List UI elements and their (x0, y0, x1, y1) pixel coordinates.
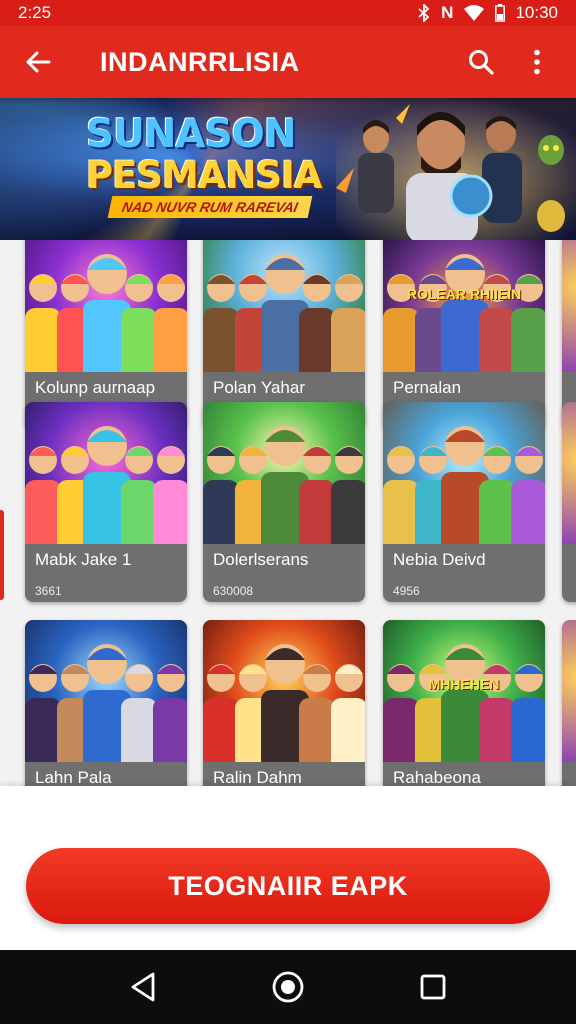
system-nav-bar (0, 950, 576, 1024)
game-thumbnail (383, 402, 545, 544)
game-card-partial[interactable] (562, 402, 576, 602)
game-card[interactable]: Ralin Dahm (203, 620, 365, 786)
game-title: Lahn Pala (35, 768, 112, 786)
back-triangle-icon[interactable] (121, 965, 165, 1009)
game-title: Rahabeona (393, 768, 481, 786)
game-thumbnail (203, 620, 365, 762)
banner-subtitle: NAD NUVR RUM RAREVAI (107, 196, 313, 218)
status-clock: 10:30 (515, 3, 558, 22)
status-bar: 2:25 N 10:30 (0, 0, 576, 26)
game-thumbnail (203, 240, 365, 372)
app-bar: INDANRRLISIA (0, 26, 576, 98)
game-count: 3661 (35, 584, 62, 598)
game-title: Ralin Dahm (213, 768, 302, 786)
wifi-icon (463, 4, 485, 22)
page-title: INDANRRLISIA (100, 46, 300, 77)
game-card-partial[interactable] (562, 620, 576, 786)
game-grid: Kolunp aurnaap 2430 Polan Yahar 7536 ROL… (0, 240, 576, 786)
game-thumbnail (203, 402, 365, 544)
game-thumbnail (25, 620, 187, 762)
battery-icon (495, 4, 506, 22)
banner-title-line2: PESMANSIA (86, 154, 323, 197)
game-card[interactable]: Nebia Deivd 4956 (383, 402, 545, 602)
game-art-text: MHHEHEN (428, 676, 500, 692)
game-thumbnail (25, 402, 187, 544)
app-screen: 2:25 N 10:30 INDANRRLISIA SUNASON PESMAN… (0, 0, 576, 1024)
nfc-icon: N (441, 3, 454, 22)
home-circle-icon[interactable] (266, 965, 310, 1009)
primary-cta-button[interactable]: TEOGNAIIR EAPK (26, 848, 550, 924)
search-icon[interactable] (464, 45, 498, 79)
game-card[interactable]: MHHEHEN Rahabeona (383, 620, 545, 786)
game-title: Mabk Jake 1 (35, 550, 132, 569)
banner-characters-illustration (336, 98, 576, 240)
bluetooth-icon (417, 4, 431, 22)
promo-banner[interactable]: SUNASON PESMANSIA NAD NUVR RUM RAREVAI (0, 98, 576, 240)
recents-square-icon[interactable] (411, 965, 455, 1009)
game-card[interactable]: Lahn Pala (25, 620, 187, 786)
more-vert-icon[interactable] (520, 45, 554, 79)
game-thumbnail: ROLEAR RHIIEIN (383, 240, 545, 372)
game-count: 630008 (213, 584, 254, 598)
game-art-text: ROLEAR RHIIEIN (406, 286, 522, 302)
back-arrow-icon[interactable] (22, 46, 54, 78)
bottom-action-area: TEOGNAIIR EAPK (0, 786, 576, 950)
game-card[interactable]: Dolerlserans 630008 (203, 402, 365, 602)
game-count: 4956 (393, 584, 420, 598)
game-title: Nebia Deivd (393, 550, 486, 569)
game-thumbnail (25, 240, 187, 372)
game-card[interactable]: Mabk Jake 1 3661 (25, 402, 187, 602)
game-title: Dolerlserans (213, 550, 309, 569)
banner-title-line1: SUNASON (86, 112, 296, 157)
status-time: 2:25 (18, 3, 52, 22)
status-icons: N 10:30 (417, 3, 558, 23)
game-thumbnail: MHHEHEN (383, 620, 545, 762)
side-indicator (0, 510, 4, 600)
